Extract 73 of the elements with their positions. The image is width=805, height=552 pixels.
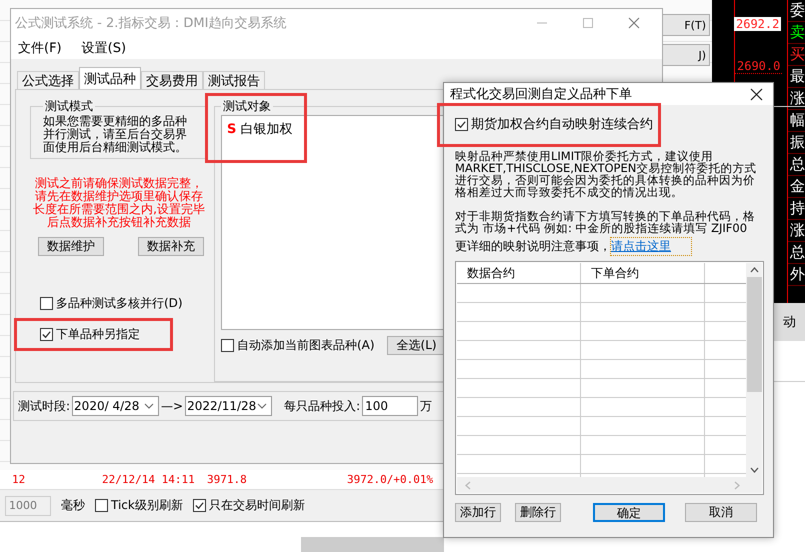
table-cell-text: 3971.8 (207, 473, 248, 486)
unit-label: 毫秒 (61, 497, 85, 514)
option-checkbox[interactable]: 下单品种另指定 (40, 326, 140, 343)
quote-label: 涨 (788, 88, 805, 110)
scroll-right-icon[interactable] (734, 480, 740, 490)
quote-label: 涨 (788, 220, 805, 242)
quote-label: 委 (788, 0, 805, 22)
note-text: 映射品种严禁使用LIMIT限价委托方式，建议使用MARKET,THISCLOSE,NEXTOPEN交易控制符委托的方式进行交易，否则可能会因为委托的具体转换的品种因为价格相差过大而导致委托不成交的情况出现。 (455, 150, 758, 198)
quote-label: 幅 (788, 110, 805, 132)
window-title: 公式测试系统 - 2.指标交易：DMI趋向交易系统 (15, 15, 286, 32)
quote-label: 总 (788, 154, 805, 176)
check-icon (194, 500, 205, 511)
tab[interactable]: 交易费用 (141, 71, 203, 89)
column-header[interactable]: 下单合约 (581, 263, 705, 283)
side-button[interactable]: J) (662, 44, 710, 66)
quote-label: 外 (788, 264, 805, 286)
dialog-button[interactable]: 删除行 (515, 503, 561, 522)
menu-item[interactable]: 文件(F) (18, 39, 62, 57)
table-cell: 3972.0/+0.01% (347, 473, 434, 486)
quote-label: 总 (788, 242, 805, 264)
refresh-checkbox[interactable]: 只在交易时间刷新 (192, 497, 305, 514)
help-link[interactable]: 请点击这里 (611, 238, 691, 255)
quote-label: 持 (788, 198, 805, 220)
period-label: 测试时段: (18, 398, 70, 414)
end-date-dropdown[interactable]: 2022/11/28 (185, 396, 272, 416)
horizontal-scrollbar[interactable] (457, 477, 762, 493)
vertical-scrollbar[interactable] (746, 263, 762, 477)
ok-button[interactable]: 确定 (593, 503, 665, 522)
group-title: 测试对象 (222, 98, 272, 115)
quote-label: 买 (788, 44, 805, 66)
dialog-button[interactable]: 添加行 (455, 503, 501, 522)
tab[interactable]: 测试品种 (79, 67, 141, 89)
price-label: 2690.0 (735, 59, 782, 74)
menu-item[interactable]: 设置(S) (82, 39, 126, 57)
range-arrow: —> (161, 399, 184, 413)
investment-field[interactable]: 100 (362, 396, 418, 416)
scroll-left-icon[interactable] (465, 480, 471, 490)
dialog-button[interactable]: 取消 (685, 503, 757, 522)
quote-label: 最 (788, 66, 805, 88)
chevron-down-icon (144, 403, 154, 409)
quote-label: 金 (788, 176, 805, 198)
price-label: 2692.2 (734, 17, 782, 31)
maximize-icon[interactable] (582, 17, 594, 29)
refresh-checkbox[interactable]: Tick级别刷新 (95, 497, 183, 514)
mapping-checkbox[interactable]: 期货加权合约自动映射连续合约 (455, 115, 653, 133)
investment-label: 每只品种投入: (284, 398, 360, 414)
quote-label: 卖 (788, 22, 805, 44)
hint-text: 更详细的映射说明注意事项， (455, 238, 611, 255)
start-date-dropdown[interactable]: 2020/ 4/28 (72, 396, 160, 416)
option-checkbox[interactable]: 多品种测试多核并行(D) (40, 295, 183, 312)
scroll-down-icon[interactable] (750, 467, 758, 473)
side-button[interactable]: F(T) (662, 14, 710, 36)
note-text: 对于非期货指数合约请下方填写转换的下单品种代码，格式为 市场+代码 例如: 中金所的股指连续请填写 ZJIF00 (455, 210, 756, 234)
tab[interactable]: 公式选择 (17, 71, 79, 89)
auto-add-checkbox[interactable]: 自动添加当前图表品种(A) (221, 337, 375, 354)
data-button[interactable]: 数据维护 (38, 237, 104, 256)
table-cell-text: 12 (12, 473, 26, 486)
dialog-title: 程式化交易回测自定义品种下单 (450, 86, 632, 103)
close-icon[interactable] (750, 88, 763, 100)
data-button[interactable]: 数据补充 (138, 237, 204, 256)
mode-description: 如果您需要更精细的多品种并行测试，请至后台交易界面使用后台精细测试模式。 (43, 115, 188, 154)
column-header[interactable]: 数据合约 (457, 263, 581, 283)
table-cell-text: 22/12/14 14:11 (102, 473, 196, 486)
check-icon (456, 118, 467, 130)
check-icon (41, 329, 52, 340)
scroll-up-icon[interactable] (750, 267, 758, 273)
chevron-down-icon (257, 403, 268, 409)
quote-label: 振 (788, 132, 805, 154)
tab[interactable]: 测试报告 (203, 71, 265, 89)
unit-label: 万 (420, 398, 432, 414)
scrollbar-thumb[interactable] (301, 537, 444, 552)
group-title: 测试模式 (44, 98, 94, 115)
warning-text: 测试之前请确保测试数据完整，请先在数据维护选项里确认保存长度在所需要范围之内,设置完毕后点数据补充按钮补充数据 (32, 177, 206, 229)
